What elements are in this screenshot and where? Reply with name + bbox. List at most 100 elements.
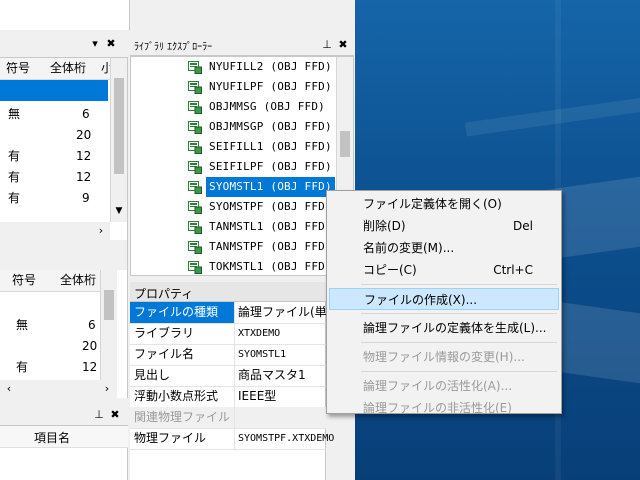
header-sign[interactable]: 符号 xyxy=(12,270,36,291)
explorer-item[interactable]: TANMSTPF (OBJ FFD) xyxy=(184,237,334,257)
file-object-icon xyxy=(188,120,202,134)
column-label-item-name[interactable]: 項目名 xyxy=(34,429,70,446)
property-value: SYOMSTPF.XTXDEMO xyxy=(238,433,335,444)
bottom-panel-header: ⊥ ✖ xyxy=(0,404,128,426)
file-object-icon xyxy=(188,100,202,114)
property-value: XTXDEMO xyxy=(238,328,281,339)
menu-separator xyxy=(361,371,557,372)
grid-header: 符号 全体桁 xyxy=(0,270,116,292)
menu-item-label: ファイル定義体を開く(O) xyxy=(363,197,502,211)
cell-sign: 無 xyxy=(8,107,21,121)
menu-item[interactable]: 論理ファイルの定義体を生成(L)... xyxy=(329,317,559,339)
header-total[interactable]: 全体桁 xyxy=(50,58,86,79)
table-row-selected[interactable] xyxy=(0,80,108,101)
explorer-item[interactable]: SYOMSTL1 (OBJ FFD) xyxy=(184,177,335,197)
table-row[interactable]: 有 9 xyxy=(0,188,108,209)
scrollbar-thumb[interactable] xyxy=(104,290,114,320)
menu-item[interactable]: ファイルの作成(X)... xyxy=(329,288,559,310)
property-value: 商品マスタ1 xyxy=(238,368,306,382)
left-grid-bottom: 符号 全体桁 無 6 20 有 12 ‹ › xyxy=(0,270,128,398)
section-label: 関連物理ファイル xyxy=(134,410,231,424)
scroll-down-icon[interactable]: ▼ xyxy=(112,204,126,218)
cell-sign: 無 xyxy=(16,318,29,332)
header-total[interactable]: 全体桁 xyxy=(60,270,96,291)
property-row[interactable]: 見出し 商品マスタ1 xyxy=(130,365,326,387)
properties-title: プロパティ xyxy=(134,287,194,301)
scroll-right-icon[interactable]: › xyxy=(100,382,114,396)
property-row[interactable]: 浮動小数点形式 IEEE型 xyxy=(130,386,326,408)
property-row[interactable]: ファイルの種類 論理ファイル(単純 xyxy=(130,302,330,324)
table-row[interactable]: 有 12 xyxy=(0,357,100,378)
table-row[interactable]: 無 6 xyxy=(0,104,108,125)
header-sign[interactable]: 符号 xyxy=(6,58,30,79)
cell-total: 20 xyxy=(82,339,98,353)
pin-icon[interactable]: ⊥ xyxy=(320,38,334,52)
property-key: 浮動小数点形式 xyxy=(134,389,219,403)
menu-item[interactable]: ファイル定義体を開く(O) xyxy=(329,193,559,215)
cell-sign: 有 xyxy=(16,360,29,374)
property-section-header[interactable]: 関連物理ファイル xyxy=(130,407,326,429)
menu-item[interactable]: コピー(C) Ctrl+C xyxy=(329,259,559,281)
table-row[interactable]: 20 xyxy=(0,336,100,357)
menu-item-label: 削除(D) xyxy=(363,219,406,233)
explorer-item[interactable]: SYOMSTPF (OBJ FFD) xyxy=(184,197,334,217)
property-row[interactable]: 物理ファイル SYOMSTPF.XTXDEMO xyxy=(130,428,334,450)
table-row[interactable]: 有 12 xyxy=(0,167,108,188)
menu-item-label: 論理ファイルの定義体を生成(L)... xyxy=(363,321,547,335)
menu-item-shortcut: Ctrl+C xyxy=(493,263,533,277)
cell-sign: 有 xyxy=(8,170,21,184)
file-object-icon xyxy=(188,240,202,254)
menu-item[interactable]: 削除(D) Del xyxy=(329,215,559,237)
properties-header: プロパティ xyxy=(130,282,326,302)
pin-icon[interactable]: ⊥ xyxy=(92,408,106,422)
cell-total: 12 xyxy=(76,149,92,163)
property-row[interactable]: ファイル名 SYOMSTL1 xyxy=(130,344,326,366)
property-key: 物理ファイル xyxy=(134,431,207,445)
column-divider xyxy=(234,302,235,449)
file-object-icon xyxy=(188,140,202,154)
explorer-item[interactable]: OBJMMSG (OBJ FFD) xyxy=(184,97,334,117)
vertical-scrollbar[interactable] xyxy=(100,270,117,380)
left-grid-top: 符号 全体桁 小 無 6 20 有 12 有 12 有 9 ▼ › xyxy=(0,58,128,240)
explorer-item[interactable]: SEIFILL1 (OBJ FFD) xyxy=(184,137,334,157)
horizontal-scrollbar[interactable]: ‹ › xyxy=(0,380,117,398)
property-row[interactable]: ライブラリ XTXDEMO xyxy=(130,323,326,345)
left-panel-header: ▾ ✖ xyxy=(0,30,128,58)
property-value: SYOMSTL1 xyxy=(238,349,287,360)
horizontal-scrollbar[interactable]: › xyxy=(0,222,110,240)
explorer-item-label: SEIFILL1 (OBJ FFD) xyxy=(209,140,332,153)
scroll-right-icon[interactable]: › xyxy=(94,224,108,238)
explorer-item-label: TOKMSTL1 (OBJ FFD) xyxy=(209,260,332,273)
scrollbar-thumb[interactable] xyxy=(114,78,124,174)
menu-item: 論理ファイルの活性化(A)... xyxy=(329,375,559,397)
property-value: IEEE型 xyxy=(238,389,277,403)
explorer-item[interactable]: TOKMSTL1 (OBJ FFD) xyxy=(184,257,334,277)
explorer-item[interactable]: NYUFILPF (OBJ FFD) xyxy=(184,77,334,97)
property-key: ファイルの種類 xyxy=(130,302,234,323)
file-object-icon xyxy=(188,260,202,274)
close-icon[interactable]: ✖ xyxy=(108,408,122,422)
table-row[interactable]: 無 6 xyxy=(0,315,100,336)
menu-item[interactable]: 名前の変更(M)... xyxy=(329,237,559,259)
scroll-left-icon[interactable]: ‹ xyxy=(2,382,16,396)
explorer-item[interactable]: OBJMMSGP (OBJ FFD) xyxy=(184,117,334,137)
file-object-icon xyxy=(188,220,202,234)
table-row[interactable]: 20 xyxy=(0,125,108,146)
file-object-icon xyxy=(188,200,202,214)
grid-header: 符号 全体桁 小 xyxy=(0,58,113,80)
table-row[interactable]: 有 12 xyxy=(0,146,108,167)
menu-separator xyxy=(361,342,557,343)
close-icon[interactable]: ✖ xyxy=(336,38,350,52)
scrollbar-thumb[interactable] xyxy=(340,131,350,157)
vertical-scrollbar[interactable]: ▼ xyxy=(110,58,127,222)
cell-total: 12 xyxy=(82,360,98,374)
pin-icon[interactable]: ✖ xyxy=(104,37,118,51)
explorer-item[interactable]: NYUFILL2 (OBJ FFD) xyxy=(184,57,334,77)
menu-item-label: 論理ファイルの活性化(A)... xyxy=(363,379,513,393)
dropdown-icon[interactable]: ▾ xyxy=(88,37,102,51)
property-key: 見出し xyxy=(134,368,171,382)
explorer-item[interactable]: SEIFILPF (OBJ FFD) xyxy=(184,157,334,177)
explorer-item[interactable]: TANMSTL1 (OBJ FFD) xyxy=(184,217,334,237)
file-object-icon xyxy=(188,160,202,174)
property-key: ライブラリ xyxy=(134,326,195,340)
